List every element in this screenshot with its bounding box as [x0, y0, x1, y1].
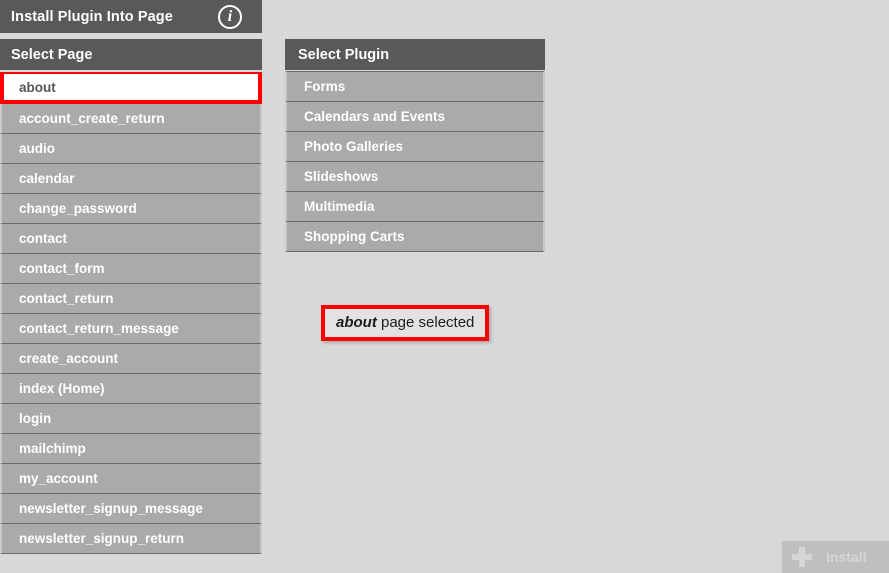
plugin-selection-panel: Select Plugin Forms Calendars and Events…	[285, 39, 545, 252]
page-list-item-newsletter-signup-return[interactable]: newsletter_signup_return	[0, 523, 262, 554]
window-titlebar: Install Plugin Into Page i	[0, 0, 262, 33]
status-message-suffix: page selected	[376, 314, 475, 331]
plus-icon	[791, 546, 813, 568]
page-list: about account_create_return audio calend…	[0, 72, 262, 573]
page-list-item-contact[interactable]: contact	[0, 223, 262, 254]
plugin-list-item-photo-galleries[interactable]: Photo Galleries	[285, 131, 545, 162]
page-list-item-about[interactable]: about	[0, 72, 262, 104]
page-list-item-login[interactable]: login	[0, 403, 262, 434]
plugin-list-item-multimedia[interactable]: Multimedia	[285, 191, 545, 222]
page-list-item-contact-return-message[interactable]: contact_return_message	[0, 313, 262, 344]
page-list-item-contact-form[interactable]: contact_form	[0, 253, 262, 284]
page-list-item-index-home[interactable]: index (Home)	[0, 373, 262, 404]
page-list-item-account-create-return[interactable]: account_create_return	[0, 103, 262, 134]
page-title: Install Plugin Into Page	[11, 8, 173, 25]
page-list-item-my-account[interactable]: my_account	[0, 463, 262, 494]
info-circle-icon[interactable]: i	[218, 4, 242, 29]
select-page-header: Select Page	[0, 39, 262, 70]
page-list-item-create-account[interactable]: create_account	[0, 343, 262, 374]
plugin-list: Forms Calendars and Events Photo Galleri…	[285, 71, 545, 252]
plugin-list-item-shopping-carts[interactable]: Shopping Carts	[285, 221, 545, 252]
page-list-item-audio[interactable]: audio	[0, 133, 262, 164]
plugin-list-item-calendars-and-events[interactable]: Calendars and Events	[285, 101, 545, 132]
status-message: about page selected	[321, 305, 490, 341]
select-plugin-header: Select Plugin	[285, 39, 545, 70]
plugin-list-item-slideshows[interactable]: Slideshows	[285, 161, 545, 192]
status-selected-page-name: about	[336, 314, 377, 331]
page-list-item-newsletter-signup-message[interactable]: newsletter_signup_message	[0, 493, 262, 524]
page-list-item-mailchimp[interactable]: mailchimp	[0, 433, 262, 464]
page-list-item-change-password[interactable]: change_password	[0, 193, 262, 224]
install-button[interactable]: Install	[782, 541, 889, 573]
install-button-label: Install	[826, 549, 867, 565]
page-list-item-contact-return[interactable]: contact_return	[0, 283, 262, 314]
page-list-item-calendar[interactable]: calendar	[0, 163, 262, 194]
page-selection-column: Install Plugin Into Page i Select Page a…	[0, 0, 262, 573]
plugin-list-item-forms[interactable]: Forms	[285, 71, 545, 102]
